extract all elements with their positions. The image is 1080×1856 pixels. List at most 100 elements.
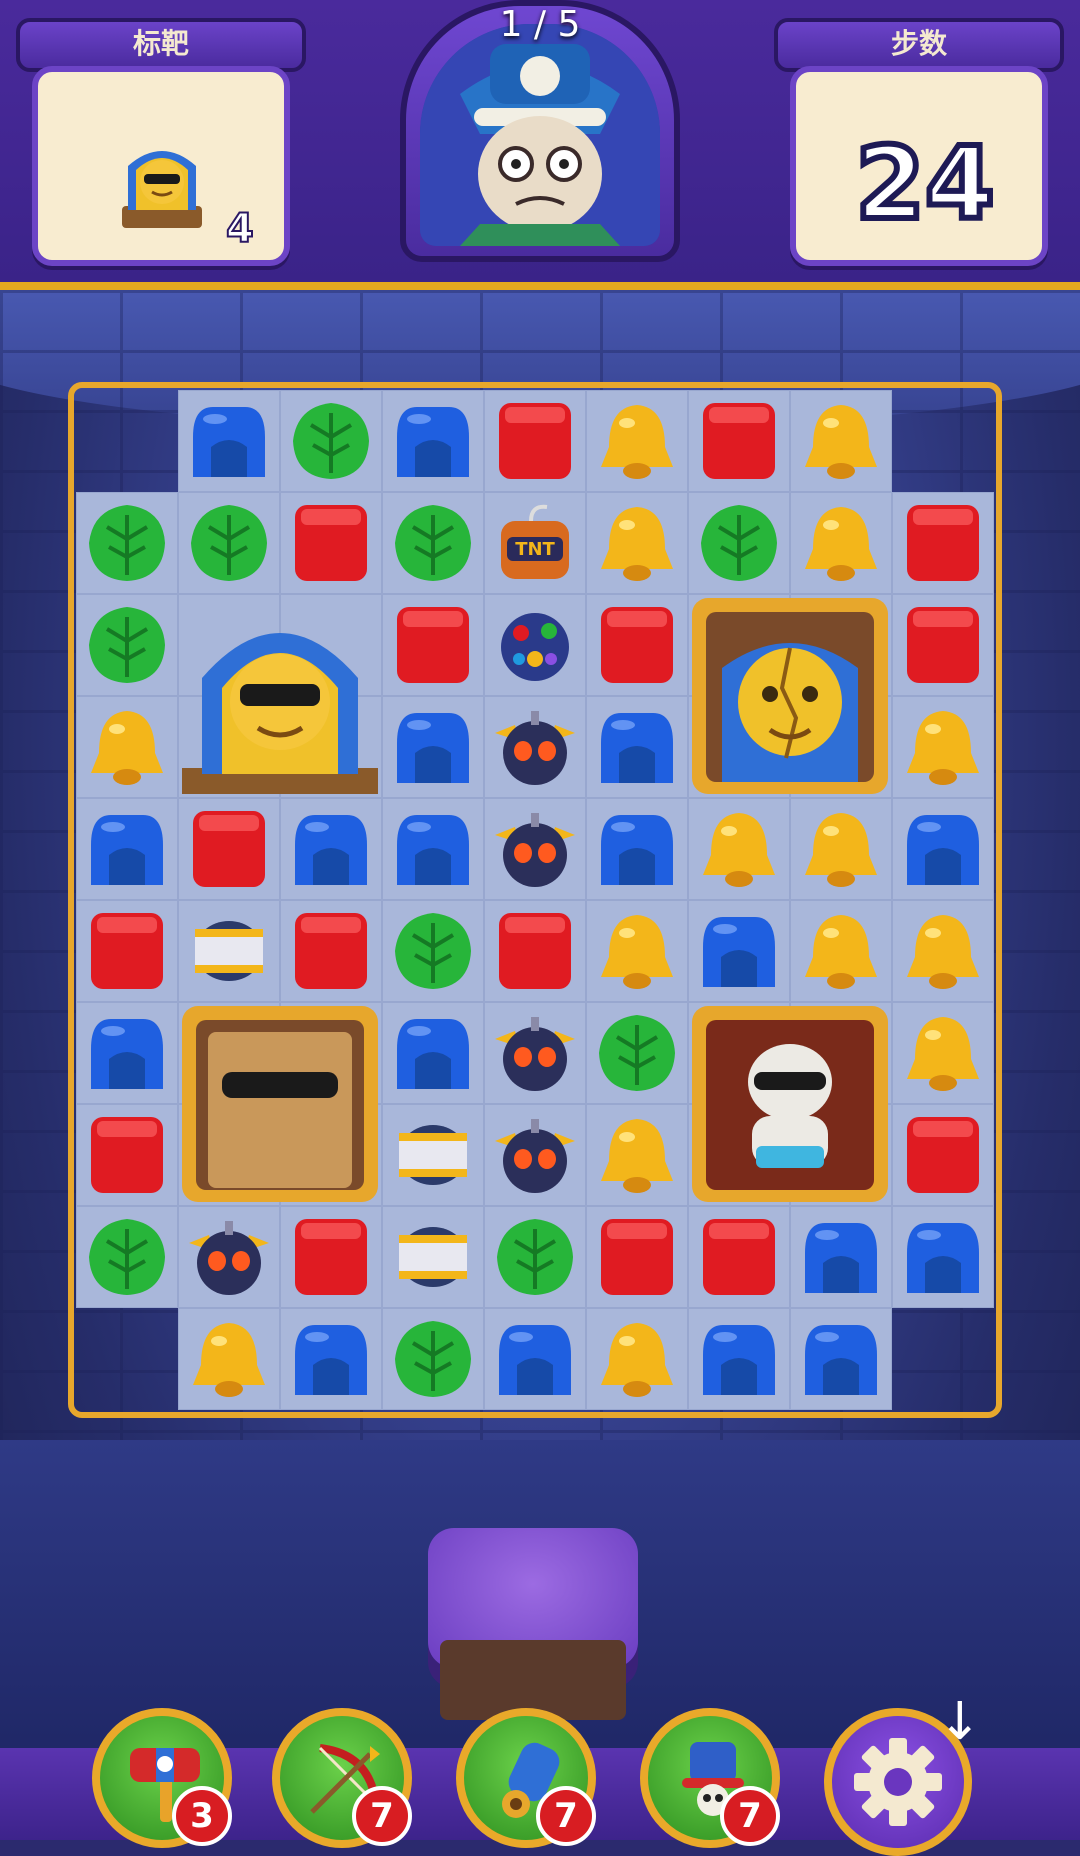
yellow-bell-tile[interactable] (899, 1009, 987, 1097)
yellow-bell-tile[interactable] (83, 703, 171, 791)
red-block-tile[interactable] (695, 1213, 783, 1301)
bat-bomb-tile[interactable] (491, 703, 579, 791)
green-leaf-icon (191, 505, 267, 581)
sand-block-with-sunglasses[interactable] (182, 1006, 378, 1202)
yellow-bell-tile[interactable] (593, 907, 681, 995)
yellow-bell-tile[interactable] (797, 397, 885, 485)
blue-glove-tile[interactable] (389, 703, 477, 791)
yellow-bell-tile[interactable] (593, 1315, 681, 1403)
bat-bomb-tile[interactable] (491, 1111, 579, 1199)
yellow-bell-tile[interactable] (593, 1111, 681, 1199)
blue-glove-tile[interactable] (83, 1009, 171, 1097)
bat-bomb-tile[interactable] (491, 805, 579, 893)
booster-count: 7 (536, 1786, 596, 1846)
download-arrow-icon[interactable]: ↓ (938, 1692, 982, 1752)
red-block-tile[interactable] (899, 499, 987, 587)
red-block-icon (907, 607, 979, 683)
green-leaf-tile[interactable] (83, 499, 171, 587)
green-leaf-icon (89, 1219, 165, 1295)
silver-rocket-tile[interactable] (185, 907, 273, 995)
red-block-tile[interactable] (491, 907, 579, 995)
green-leaf-tile[interactable] (185, 499, 273, 587)
blue-glove-tile[interactable] (185, 397, 273, 485)
yellow-bell-tile[interactable] (899, 703, 987, 791)
green-leaf-tile[interactable] (695, 499, 783, 587)
blue-glove-tile[interactable] (389, 1009, 477, 1097)
blue-glove-tile[interactable] (899, 1213, 987, 1301)
red-block-icon (907, 505, 979, 581)
red-block-icon (295, 1219, 367, 1295)
red-block-tile[interactable] (287, 499, 375, 587)
green-leaf-icon (599, 1015, 675, 1091)
blue-glove-icon (805, 1223, 877, 1293)
bat-bomb-tile[interactable] (185, 1213, 273, 1301)
yellow-bell-tile[interactable] (695, 805, 783, 893)
red-block-tile[interactable] (83, 1111, 171, 1199)
booster-bow[interactable]: 7 (272, 1708, 412, 1848)
yellow-bell-tile[interactable] (797, 907, 885, 995)
booster-skull-hat[interactable]: 7 (640, 1708, 780, 1848)
red-block-tile[interactable] (389, 601, 477, 689)
red-block-tile[interactable] (491, 397, 579, 485)
blue-glove-tile[interactable] (389, 397, 477, 485)
green-leaf-icon (701, 505, 777, 581)
disco-bomb-tile[interactable] (491, 601, 579, 689)
green-leaf-tile[interactable] (83, 601, 171, 689)
yellow-bell-icon (805, 915, 877, 989)
blue-glove-tile[interactable] (287, 805, 375, 893)
blue-glove-tile[interactable] (797, 1315, 885, 1403)
yellow-bell-tile[interactable] (185, 1315, 273, 1403)
blue-glove-icon (295, 1325, 367, 1395)
booster-cannon[interactable]: 7 (456, 1708, 596, 1848)
green-leaf-tile[interactable] (287, 397, 375, 485)
cracked-golden-statue[interactable] (692, 598, 888, 794)
red-block-tile[interactable] (287, 1213, 375, 1301)
blue-glove-tile[interactable] (695, 907, 783, 995)
bat-bomb-tile[interactable] (491, 1009, 579, 1097)
silver-rocket-tile[interactable] (389, 1111, 477, 1199)
yellow-bell-tile[interactable] (797, 805, 885, 893)
red-block-tile[interactable] (287, 907, 375, 995)
green-leaf-tile[interactable] (593, 1009, 681, 1097)
blue-glove-tile[interactable] (899, 805, 987, 893)
blue-glove-tile[interactable] (287, 1315, 375, 1403)
yellow-bell-icon (601, 915, 673, 989)
blue-glove-tile[interactable] (695, 1315, 783, 1403)
red-block-tile[interactable] (695, 397, 783, 485)
mummy-with-sunglasses-icon (692, 1006, 888, 1202)
red-block-tile[interactable] (185, 805, 273, 893)
blue-glove-tile[interactable] (797, 1213, 885, 1301)
blue-glove-tile[interactable] (83, 805, 171, 893)
green-leaf-tile[interactable] (389, 499, 477, 587)
page-indicator: 1 / 5 (499, 4, 581, 45)
red-block-tile[interactable] (83, 907, 171, 995)
yellow-bell-tile[interactable] (797, 499, 885, 587)
pharaoh-sarcophagus[interactable] (182, 598, 378, 794)
blue-glove-icon (601, 815, 673, 885)
red-block-icon (703, 1219, 775, 1295)
green-leaf-tile[interactable] (491, 1213, 579, 1301)
goal-count: 4 (225, 205, 255, 253)
red-block-icon (601, 1219, 673, 1295)
silver-rocket-tile[interactable] (389, 1213, 477, 1301)
red-block-tile[interactable] (899, 601, 987, 689)
yellow-bell-icon (601, 1323, 673, 1397)
blue-glove-tile[interactable] (593, 703, 681, 791)
red-block-tile[interactable] (899, 1111, 987, 1199)
green-leaf-tile[interactable] (389, 1315, 477, 1403)
yellow-bell-tile[interactable] (899, 907, 987, 995)
yellow-bell-tile[interactable] (593, 397, 681, 485)
green-leaf-tile[interactable] (83, 1213, 171, 1301)
yellow-bell-tile[interactable] (593, 499, 681, 587)
red-block-tile[interactable] (593, 1213, 681, 1301)
bat-bomb-icon (495, 711, 575, 785)
green-leaf-tile[interactable] (389, 907, 477, 995)
mummy-with-sunglasses[interactable] (692, 1006, 888, 1202)
green-leaf-icon (497, 1219, 573, 1295)
blue-glove-tile[interactable] (491, 1315, 579, 1403)
booster-hammer[interactable]: 3 (92, 1708, 232, 1848)
blue-glove-tile[interactable] (389, 805, 477, 893)
tnt-barrel-tile[interactable]: TNT (491, 499, 579, 587)
red-block-tile[interactable] (593, 601, 681, 689)
blue-glove-tile[interactable] (593, 805, 681, 893)
